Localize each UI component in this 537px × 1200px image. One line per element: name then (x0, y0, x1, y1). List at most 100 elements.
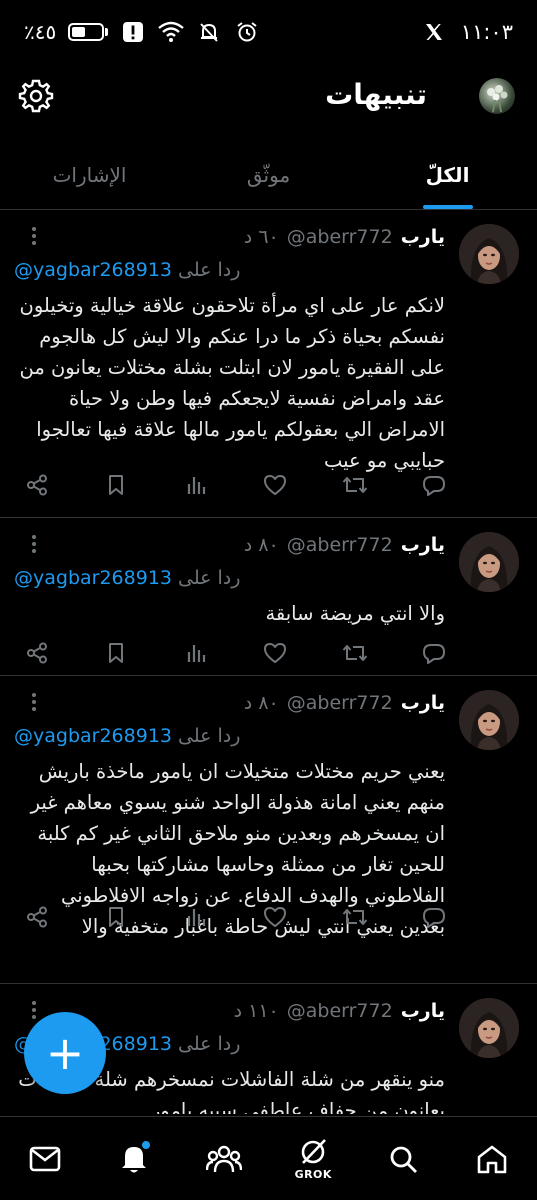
post-text: والا انتي مريضة سابقة (265, 602, 445, 625)
author-handle: @aberr772 (286, 226, 393, 248)
reply-button[interactable] (421, 474, 447, 500)
reply-prefix: ردا على (178, 259, 241, 281)
page-title: تنبيهات (325, 78, 427, 111)
muted-bell-icon (196, 19, 222, 45)
author-name[interactable]: يارب (401, 226, 445, 248)
post-meta: ٨٠ د @aberr772 يارب (14, 530, 445, 560)
reply-to-handle[interactable]: @yagbar268913 (14, 259, 172, 281)
settings-button[interactable] (18, 78, 54, 114)
tab-mentions[interactable]: الإشارات (0, 140, 179, 209)
repost-button[interactable] (342, 474, 368, 500)
notification-post[interactable]: ٨٠ د @aberr772 يارب ردا على @yagbar26891… (0, 676, 537, 984)
notification-dot (142, 1140, 151, 1149)
post-body: ٨٠ د @aberr772 يارب ردا على @yagbar26891… (14, 688, 445, 942)
bookmark-button[interactable] (103, 906, 129, 932)
post-body: ٨٠ د @aberr772 يارب ردا على @yagbar26891… (14, 530, 445, 629)
share-icon (26, 906, 48, 932)
reply-icon (422, 474, 446, 500)
share-icon (26, 642, 48, 668)
tab-verified-label: موثّق (246, 162, 291, 187)
gear-icon (18, 79, 54, 113)
status-bar: ٪٤٥ ١١:٠٣ (0, 0, 537, 64)
notification-post[interactable]: ٦٠ د @aberr772 يارب ردا على @yagbar26891… (0, 210, 537, 518)
repost-icon (342, 474, 368, 500)
post-time: ٨٠ د (243, 534, 279, 556)
communities-icon (205, 1145, 242, 1172)
reply-to-handle[interactable]: @yagbar268913 (14, 725, 172, 747)
views-icon (185, 642, 207, 668)
nav-grok[interactable]: GROK (289, 1131, 337, 1187)
notification-post[interactable]: ٨٠ د @aberr772 يارب ردا على @yagbar26891… (0, 518, 537, 676)
reply-icon (422, 642, 446, 668)
reply-button[interactable] (421, 906, 447, 932)
alarm-icon (234, 19, 260, 45)
mail-icon (29, 1146, 61, 1171)
wifi-icon (158, 19, 185, 45)
profile-avatar[interactable] (479, 78, 515, 114)
author-name[interactable]: يارب (401, 1000, 445, 1022)
compose-plus-icon: + (45, 1026, 85, 1080)
tab-mentions-label: الإشارات (52, 162, 127, 187)
repost-button[interactable] (342, 642, 368, 668)
nav-home[interactable] (468, 1131, 516, 1187)
post-actions (24, 642, 447, 668)
reply-context: ردا على @yagbar268913 (14, 720, 445, 752)
share-button[interactable] (24, 474, 50, 500)
header: تنبيهات (0, 64, 537, 134)
bottom-nav: GROK (0, 1116, 537, 1200)
tab-bar: الكلّ موثّق الإشارات (0, 140, 537, 210)
status-left: ٪٤٥ (24, 19, 260, 45)
post-meta: ٨٠ د @aberr772 يارب (14, 688, 445, 718)
post-time: ١١٠ د (233, 1000, 279, 1022)
nav-notifications[interactable] (110, 1131, 158, 1187)
battery-percent: ٪٤٥ (24, 20, 57, 44)
share-button[interactable] (24, 642, 50, 668)
tab-all-label: الكلّ (425, 162, 470, 187)
bookmark-button[interactable] (103, 642, 129, 668)
reply-context: ردا على @yagbar268913 (14, 562, 445, 594)
author-avatar[interactable] (459, 998, 519, 1058)
clock: ١١:٠٣ (460, 20, 513, 44)
author-name[interactable]: يارب (401, 534, 445, 556)
reply-to-handle[interactable]: @yagbar268913 (14, 567, 172, 589)
reply-button[interactable] (421, 642, 447, 668)
post-time: ٦٠ د (243, 226, 279, 248)
share-icon (26, 474, 48, 500)
nav-messages[interactable] (21, 1131, 69, 1187)
reply-prefix: ردا على (178, 567, 241, 589)
like-button[interactable] (262, 474, 288, 500)
reply-context: ردا على @yagbar268913 (14, 254, 445, 286)
author-avatar[interactable] (459, 690, 519, 750)
more-options-icon[interactable] (24, 690, 44, 714)
author-name[interactable]: يارب (401, 692, 445, 714)
like-button[interactable] (262, 906, 288, 932)
notification-feed: ٦٠ د @aberr772 يارب ردا على @yagbar26891… (0, 210, 537, 1114)
repost-button[interactable] (342, 906, 368, 932)
home-icon (477, 1145, 507, 1173)
views-button[interactable] (183, 906, 209, 932)
compose-button[interactable]: + (24, 1012, 106, 1094)
author-handle: @aberr772 (286, 1000, 393, 1022)
bookmark-icon (106, 642, 126, 668)
search-icon (390, 1146, 417, 1173)
like-button[interactable] (262, 642, 288, 668)
repost-icon (342, 642, 368, 668)
tab-all[interactable]: الكلّ (358, 140, 537, 209)
bookmark-button[interactable] (103, 474, 129, 500)
views-button[interactable] (183, 474, 209, 500)
author-avatar[interactable] (459, 224, 519, 284)
tab-verified[interactable]: موثّق (179, 140, 358, 209)
author-handle: @aberr772 (286, 692, 393, 714)
post-time: ٨٠ د (243, 692, 279, 714)
more-options-icon[interactable] (24, 532, 44, 556)
alert-icon (120, 19, 146, 45)
nav-communities[interactable] (200, 1131, 248, 1187)
views-button[interactable] (183, 642, 209, 668)
reply-prefix: ردا على (178, 1033, 241, 1055)
views-icon (185, 474, 207, 500)
nav-search[interactable] (379, 1131, 427, 1187)
post-actions (24, 906, 447, 932)
share-button[interactable] (24, 906, 50, 932)
author-avatar[interactable] (459, 532, 519, 592)
more-options-icon[interactable] (24, 224, 44, 248)
